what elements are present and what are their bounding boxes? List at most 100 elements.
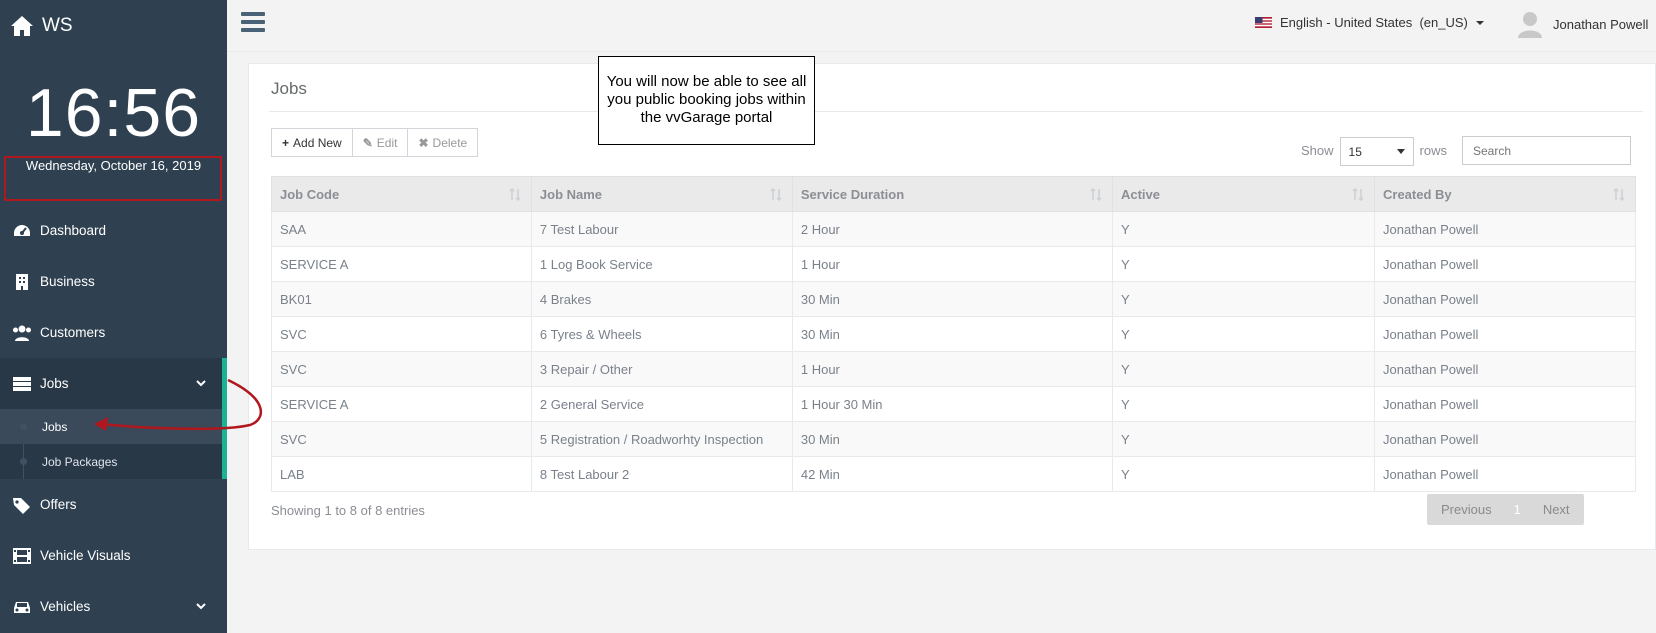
table-header-row: Job Code Job Name Service Duration Activ… (271, 176, 1636, 212)
cell: Jonathan Powell (1374, 281, 1636, 317)
edit-label: Edit (376, 135, 398, 150)
add-new-button[interactable]: + Add New (271, 128, 353, 157)
sort-icon (509, 188, 521, 201)
sidebar-item-customers[interactable]: Customers (0, 307, 227, 358)
edit-button[interactable]: ✎ Edit (352, 128, 409, 157)
table-row[interactable]: SVC 5 Registration / Roadworhty Inspectio… (271, 421, 1636, 457)
chevron-down-icon (196, 603, 206, 610)
sidebar-item-vehicle-visuals[interactable]: Vehicle Visuals (0, 530, 227, 581)
sidebar: WS 16:56 Wednesday, October 16, 2019 Das… (0, 0, 227, 633)
sidebar-item-label: Jobs (40, 376, 69, 391)
sort-icon (1613, 188, 1625, 201)
server-icon (13, 376, 31, 391)
cell: SERVICE A (271, 386, 532, 422)
search-input[interactable] (1462, 136, 1631, 165)
cell: 30 Min (791, 281, 1113, 317)
cell: 7 Test Labour (530, 211, 793, 247)
column-header-active[interactable]: Active (1111, 176, 1376, 212)
sidebar-subitem-jobs[interactable]: Jobs (0, 409, 227, 444)
cell: SVC (271, 351, 532, 387)
us-flag-icon (1255, 17, 1272, 28)
bullet-icon (20, 458, 27, 465)
cell: 1 Hour (791, 351, 1113, 387)
table-row[interactable]: SVC 6 Tyres & Wheels 30 Min Y Jonathan Powel… (271, 316, 1636, 352)
column-header-job-code[interactable]: Job Code (271, 176, 532, 212)
delete-label: Delete (432, 135, 468, 150)
sidebar-item-vehicles[interactable]: Vehicles (0, 581, 227, 632)
jobs-submenu: Jobs Job Packages (0, 409, 227, 479)
title-divider (269, 111, 1643, 112)
cell: Y (1111, 211, 1376, 247)
table-row[interactable]: LAB 8 Test Labour 2 42 Min Y Jonathan Powell (271, 456, 1636, 492)
cell: 4 Brakes (530, 281, 793, 317)
cell: Y (1111, 456, 1376, 492)
sidebar-item-label: Customers (40, 325, 106, 340)
cell: SVC (271, 421, 532, 457)
cell: Jonathan Powell (1374, 386, 1636, 422)
table-row[interactable]: SVC 3 Repair / Other 1 Hour Y Jonathan Powel… (271, 351, 1636, 387)
cell: 30 Min (791, 316, 1113, 352)
chevron-down-icon (196, 380, 206, 387)
cell: Y (1111, 421, 1376, 457)
user-menu[interactable]: Jonathan Powell (1517, 10, 1648, 38)
cell: 3 Repair / Other (530, 351, 793, 387)
delete-button[interactable]: ✖ Delete (408, 128, 479, 157)
caret-down-icon (1475, 20, 1484, 25)
table-row[interactable]: BK01 4 Brakes 30 Min Y Jonathan Powell (271, 281, 1636, 317)
bullet-icon (20, 423, 27, 430)
tags-icon (13, 497, 30, 514)
cell: 2 General Service (530, 386, 793, 422)
previous-page-button[interactable]: Previous (1427, 494, 1506, 525)
table-row[interactable]: SAA 7 Test Labour 2 Hour Y Jonathan Powell (271, 211, 1636, 247)
column-header-job-name[interactable]: Job Name (530, 176, 793, 212)
sidebar-item-jobs[interactable]: Jobs (0, 358, 227, 409)
page-length-control: Show 15 rows (1301, 136, 1447, 166)
column-header-created-by[interactable]: Created By (1374, 176, 1636, 212)
cell: 8 Test Labour 2 (530, 456, 793, 492)
caret-down-icon (1396, 149, 1405, 154)
cell: 5 Registration / Roadworhty Inspection (530, 421, 793, 457)
cell: SVC (271, 316, 532, 352)
toolbar: + Add New ✎ Edit ✖ Delete (271, 128, 479, 157)
page-title: Jobs (271, 79, 307, 98)
brand[interactable]: WS (0, 0, 227, 52)
building-icon (16, 273, 28, 290)
jobs-table: Job Code Job Name Service Duration Activ… (271, 176, 1636, 492)
add-new-label: Add New (293, 135, 342, 150)
cell: Y (1111, 386, 1376, 422)
language-selector[interactable]: English - United States (en_US) (1255, 15, 1484, 30)
sort-icon (1352, 188, 1364, 201)
cell: BK01 (271, 281, 532, 317)
cell: 42 Min (791, 456, 1113, 492)
rows-per-page-select[interactable]: 15 (1339, 137, 1414, 166)
table-row[interactable]: SERVICE A1 Log Book Service 1 Hour Y Jonath… (271, 246, 1636, 282)
sort-icon (770, 188, 782, 201)
jobs-panel: Jobs + Add New ✎ Edit ✖ Delete Show 15 r… (248, 63, 1656, 550)
cell: LAB (271, 456, 532, 492)
sidebar-item-offers[interactable]: Offers (0, 479, 227, 530)
page-1-button[interactable]: 1 (1506, 494, 1529, 525)
column-header-service-duration[interactable]: Service Duration (791, 176, 1113, 212)
menu-toggle-icon[interactable] (241, 12, 265, 32)
table-row[interactable]: SERVICE A2 General Service 1 Hour 30 Min Y… (271, 386, 1636, 422)
car-icon (14, 601, 30, 613)
cell: SAA (271, 211, 532, 247)
sidebar-item-business[interactable]: Business (0, 256, 227, 307)
cell: 2 Hour (791, 211, 1113, 247)
sidebar-subitem-label: Job Packages (42, 454, 118, 469)
clock: 16:56 (25, 75, 202, 151)
film-icon (13, 547, 31, 564)
sidebar-item-label: Business (40, 274, 95, 289)
cell: Y (1111, 281, 1376, 317)
sidebar-item-label: Offers (40, 497, 77, 512)
jobs-section: Jobs Jobs Job Packages (0, 358, 227, 479)
cell: Jonathan Powell (1374, 421, 1636, 457)
sidebar-item-label: Dashboard (40, 223, 107, 238)
plus-icon: + (282, 135, 290, 150)
cell: SERVICE A (271, 246, 532, 282)
sidebar-item-dashboard[interactable]: Dashboard (0, 205, 227, 256)
sidebar-subitem-job-packages[interactable]: Job Packages (0, 444, 227, 479)
next-page-button[interactable]: Next (1529, 494, 1584, 525)
users-icon (13, 325, 31, 341)
cell: Jonathan Powell (1374, 211, 1636, 247)
